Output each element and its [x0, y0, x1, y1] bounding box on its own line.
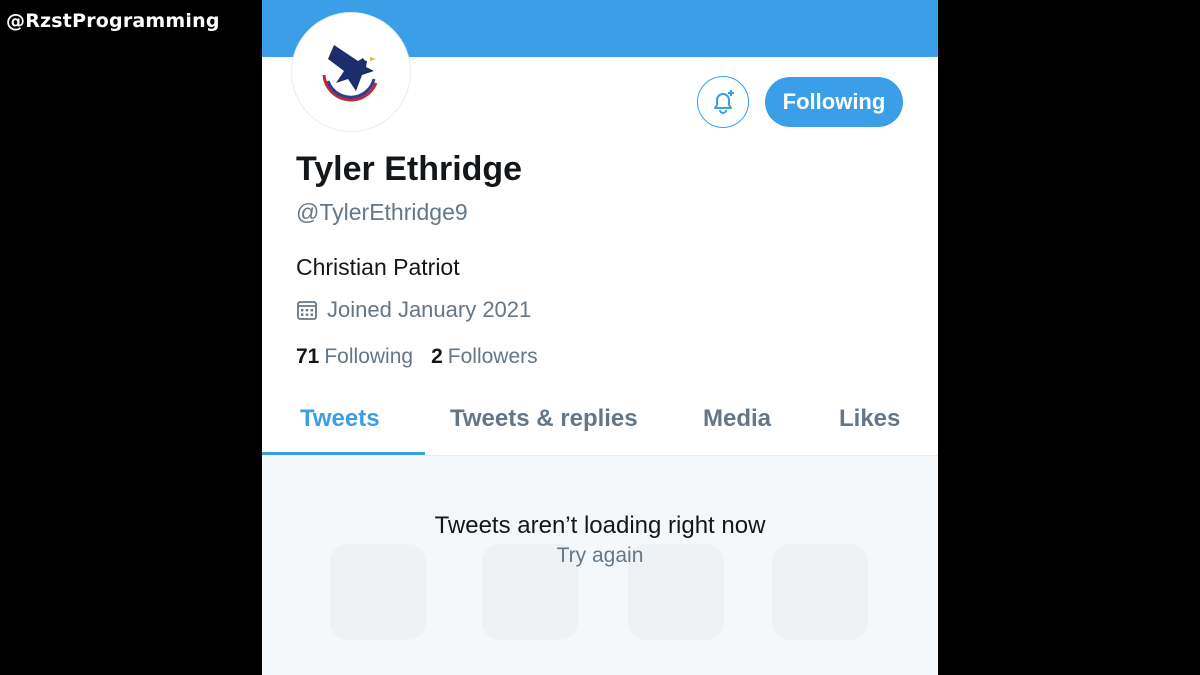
following-button[interactable]: Following	[765, 77, 903, 127]
profile-screen: Following Tyler Ethridge @TylerEthridge9…	[262, 0, 938, 675]
followers-count: 2	[431, 345, 443, 368]
watermark: @RzstProgramming	[6, 10, 220, 32]
avatar[interactable]	[292, 13, 410, 131]
following-label: Following	[324, 345, 414, 368]
tab-tweets-replies[interactable]: Tweets & replies	[450, 405, 638, 433]
tab-tweets[interactable]: Tweets	[300, 405, 380, 433]
followers-stat[interactable]: 2 Followers	[431, 345, 538, 369]
joined-date: Joined January 2021	[296, 297, 531, 323]
joined-label: Joined January 2021	[327, 297, 532, 322]
following-stat[interactable]: 71 Following	[296, 345, 413, 369]
notifications-button[interactable]	[697, 76, 749, 128]
bell-plus-icon	[714, 90, 734, 114]
tab-media[interactable]: Media	[703, 405, 771, 433]
active-tab-indicator	[262, 452, 425, 455]
follow-stats: 71 Following 2 Followers	[296, 345, 538, 369]
profile-bio: Christian Patriot	[296, 254, 460, 280]
following-count: 71	[296, 345, 320, 368]
calendar-icon	[297, 301, 317, 320]
profile-name: Tyler Ethridge	[296, 150, 523, 188]
tweets-feed: Tweets aren’t loading right now Try agai…	[262, 456, 938, 675]
error-message: Tweets aren’t loading right now	[434, 512, 766, 539]
try-again-link[interactable]: Try again	[262, 544, 938, 568]
profile-handle: @TylerEthridge9	[296, 199, 468, 225]
tab-likes[interactable]: Likes	[839, 405, 900, 433]
followers-label: Followers	[447, 345, 538, 368]
eagle-logo-icon	[322, 45, 378, 102]
profile-tabs: Tweets Tweets & replies Media Likes	[262, 396, 938, 456]
